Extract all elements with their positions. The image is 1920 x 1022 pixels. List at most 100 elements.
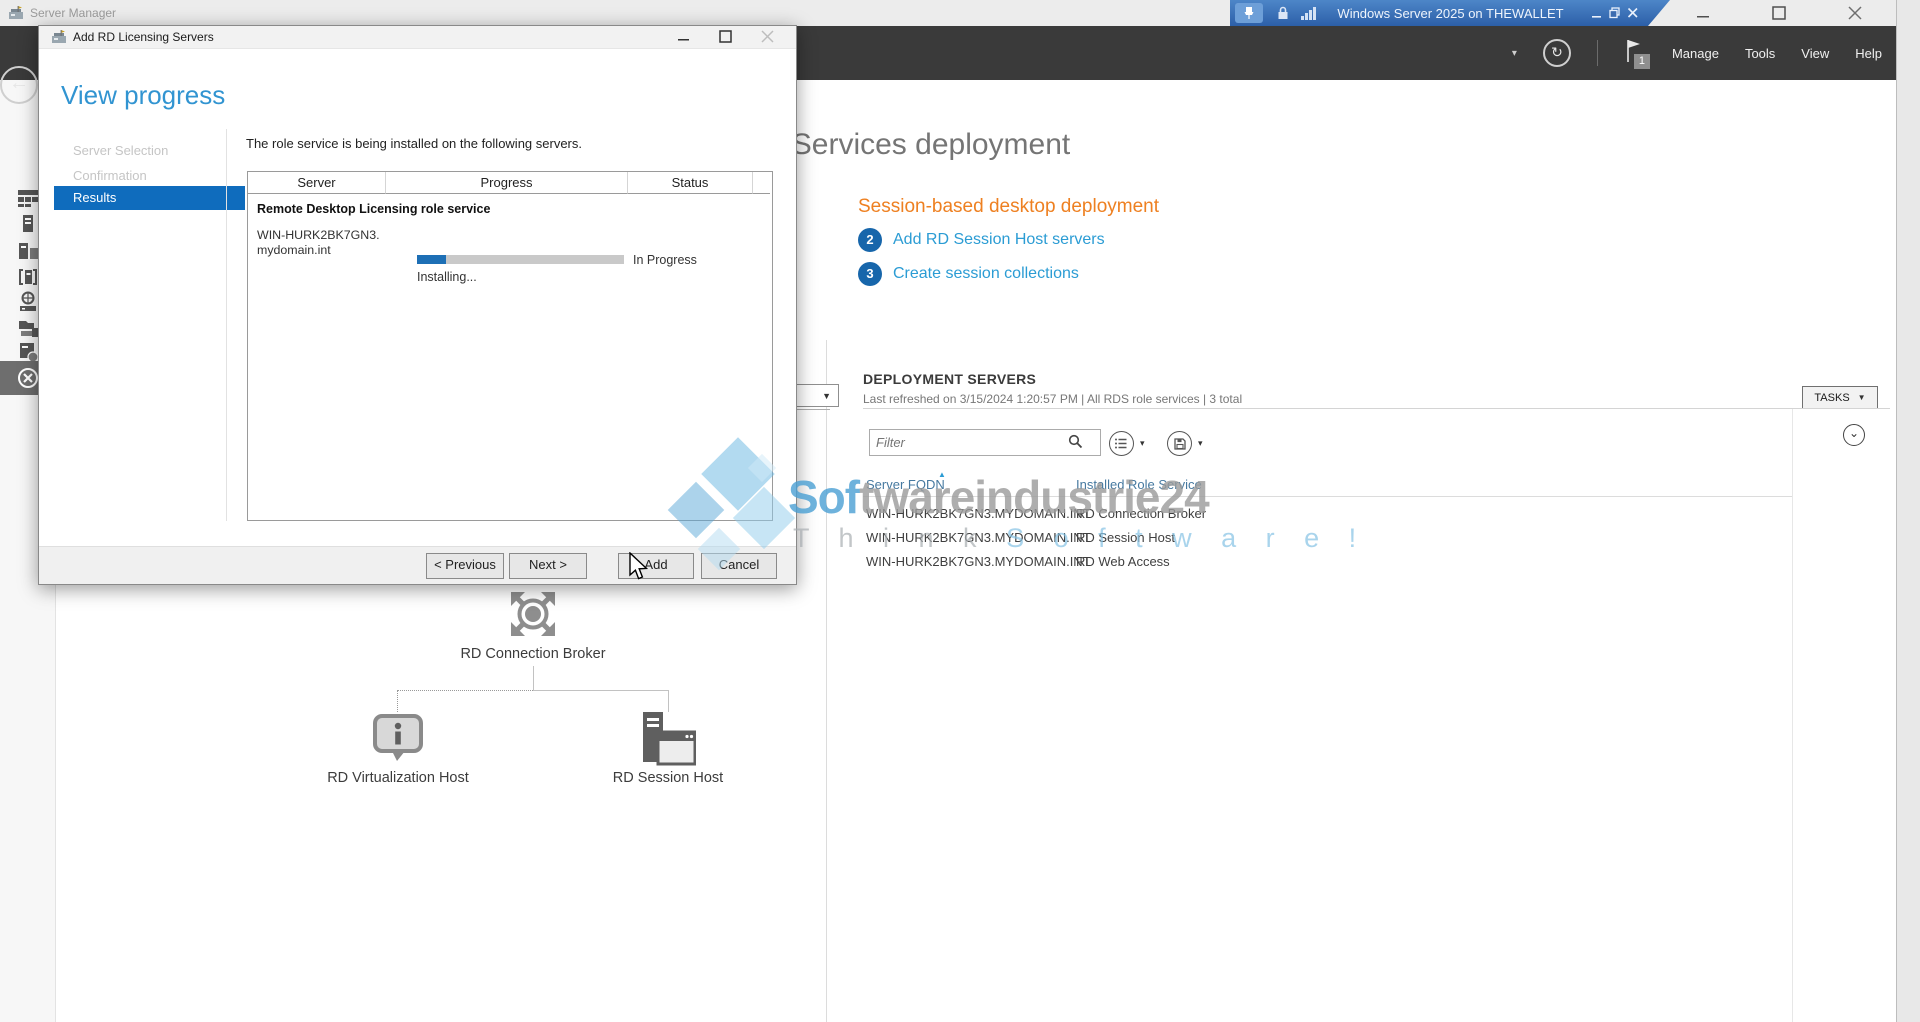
host-window-title: Server Manager: [30, 6, 116, 20]
notification-count-badge: 1: [1634, 54, 1650, 69]
dialog-title: Add RD Licensing Servers: [73, 30, 214, 44]
column-header-server-fqdn[interactable]: Server FQDN: [866, 477, 945, 492]
chevron-down-icon: ▼: [1858, 393, 1866, 402]
watermark-brand-blue: Sof: [788, 471, 859, 523]
status-cell: In Progress: [633, 253, 697, 267]
deployment-servers-subtitle: Last refreshed on 3/15/2024 1:20:57 PM |…: [863, 392, 1242, 406]
collapse-tile-button[interactable]: ⌄: [1843, 424, 1865, 446]
server-manager-icon: [8, 5, 24, 21]
pin-icon[interactable]: [1235, 3, 1263, 23]
rd-virtualization-host-icon[interactable]: [372, 712, 424, 764]
host-close-button[interactable]: [1844, 3, 1866, 23]
dialog-close-button[interactable]: [757, 28, 779, 46]
install-progress-table: Server Progress Status Remote Desktop Li…: [247, 171, 773, 521]
wizard-heading: View progress: [61, 80, 225, 111]
tasks-button[interactable]: TASKS ▼: [1802, 386, 1878, 409]
role-service-group-label: Remote Desktop Licensing role service: [257, 202, 490, 216]
host-minimize-button[interactable]: [1692, 3, 1714, 23]
rdp-minimize-button[interactable]: [1590, 7, 1608, 19]
pane-divider: [826, 340, 827, 1022]
server-name-cell: WIN-HURK2BK7GN3.mydomain.int: [257, 228, 385, 258]
connector-line: [668, 690, 669, 712]
dialog-description: The role service is being installed on t…: [246, 136, 582, 151]
server-manager-icon: [51, 29, 67, 45]
rd-connection-broker-icon[interactable]: [505, 586, 561, 642]
add-rd-licensing-servers-dialog: Add RD Licensing Servers View progress S…: [38, 25, 797, 585]
screen: Server Manager ← ▾ ↻ 1 Manage Tools View…: [0, 0, 1920, 1022]
notifications-flag-icon[interactable]: 1: [1624, 38, 1646, 68]
back-button[interactable]: ←: [0, 66, 38, 104]
progress-label: Installing...: [417, 270, 477, 284]
dialog-maximize-button[interactable]: [715, 28, 737, 46]
filter-input[interactable]: [869, 429, 1101, 456]
step-number-badge: 2: [858, 228, 882, 252]
diagram-node-label: RD Session Host: [568, 770, 768, 786]
column-header-installed-role-service[interactable]: Installed Role Service: [1076, 477, 1202, 492]
chevron-down-icon: ▾: [1198, 438, 1203, 449]
step-number-badge: 3: [858, 262, 882, 286]
sort-ascending-icon: ▲: [938, 470, 946, 479]
list-view-button[interactable]: ▾: [1109, 431, 1145, 456]
menu-manage[interactable]: Manage: [1672, 46, 1719, 61]
rdp-restore-button[interactable]: [1608, 7, 1626, 19]
menu-tools[interactable]: Tools: [1745, 46, 1775, 61]
diagram-node-label: RD Connection Broker: [433, 646, 633, 662]
list-icon: [1109, 431, 1134, 456]
host-maximize-button[interactable]: [1768, 3, 1790, 23]
progress-bar-fill: [417, 255, 446, 264]
connector-line-dotted: [397, 690, 398, 712]
role-cell: RD Session Host: [1076, 530, 1175, 545]
deployment-servers-title: DEPLOYMENT SERVERS: [863, 371, 1036, 387]
quickstart-title: Session-based desktop deployment: [858, 196, 1159, 218]
server-fqdn-cell: WIN-HURK2BK7GN3.MYDOMAIN.INT: [866, 506, 1091, 521]
tile-right-border: [1792, 409, 1793, 1022]
tasks-button-label: TASKS: [1814, 392, 1849, 404]
mouse-cursor: [628, 552, 650, 582]
server-fqdn-cell: WIN-HURK2BK7GN3.MYDOMAIN.INT: [866, 554, 1091, 569]
cancel-button[interactable]: Cancel: [701, 553, 777, 579]
diagram-node-label: RD Virtualization Host: [298, 770, 498, 786]
column-header-status[interactable]: Status: [628, 172, 753, 194]
save-view-button[interactable]: ▾: [1167, 431, 1203, 456]
tile-divider: [863, 408, 1890, 409]
diagram-panel-border-fragment: [797, 409, 830, 410]
signal-strength-icon: [1301, 7, 1317, 20]
wizard-separator: [226, 129, 227, 521]
column-header-server[interactable]: Server: [248, 172, 386, 194]
connector-line: [533, 666, 534, 690]
progress-bar: [417, 255, 624, 264]
role-cell: RD Connection Broker: [1076, 506, 1206, 521]
next-button[interactable]: Next >: [509, 553, 587, 579]
rdp-session-title: Windows Server 2025 on THEWALLET: [1317, 6, 1590, 21]
previous-button[interactable]: < Previous: [426, 553, 504, 579]
column-header-progress[interactable]: Progress: [386, 172, 628, 194]
role-cell: RD Web Access: [1076, 554, 1170, 569]
rdp-close-button[interactable]: [1626, 7, 1644, 19]
chevron-down-icon: ▼: [822, 391, 831, 401]
search-icon[interactable]: [1068, 434, 1083, 449]
host-window-edge: [1896, 0, 1920, 1022]
save-icon: [1167, 431, 1192, 456]
connector-line: [533, 690, 668, 691]
quickstart-step-3[interactable]: 3 Create session collections: [858, 262, 1079, 286]
connector-line-dotted: [397, 690, 533, 691]
column-header-spacer: [753, 172, 770, 194]
navbar-divider: [1597, 40, 1598, 66]
menu-view[interactable]: View: [1801, 46, 1829, 61]
quickstart-step-2[interactable]: 2 Add RD Session Host servers: [858, 228, 1105, 252]
quickstart-step-link[interactable]: Create session collections: [893, 265, 1079, 283]
lock-icon: [1277, 6, 1289, 20]
quickstart-step-link[interactable]: Add RD Session Host servers: [893, 231, 1105, 249]
table-header-underline: [863, 496, 1792, 497]
server-fqdn-cell: WIN-HURK2BK7GN3.MYDOMAIN.INT: [866, 530, 1091, 545]
rdp-connection-bar: Windows Server 2025 on THEWALLET: [1230, 0, 1670, 26]
dialog-minimize-button[interactable]: [673, 28, 695, 46]
wizard-step-server-selection: Server Selection: [73, 143, 168, 158]
wizard-step-confirmation: Confirmation: [73, 168, 147, 183]
refresh-icon[interactable]: ↻: [1543, 39, 1571, 67]
chevron-down-icon: ▾: [1140, 438, 1145, 449]
wizard-step-results[interactable]: Results: [54, 186, 245, 210]
rd-session-host-icon[interactable]: [642, 710, 696, 766]
menu-help[interactable]: Help: [1855, 46, 1882, 61]
navbar-overflow-chevron-icon[interactable]: ▾: [1512, 48, 1517, 59]
